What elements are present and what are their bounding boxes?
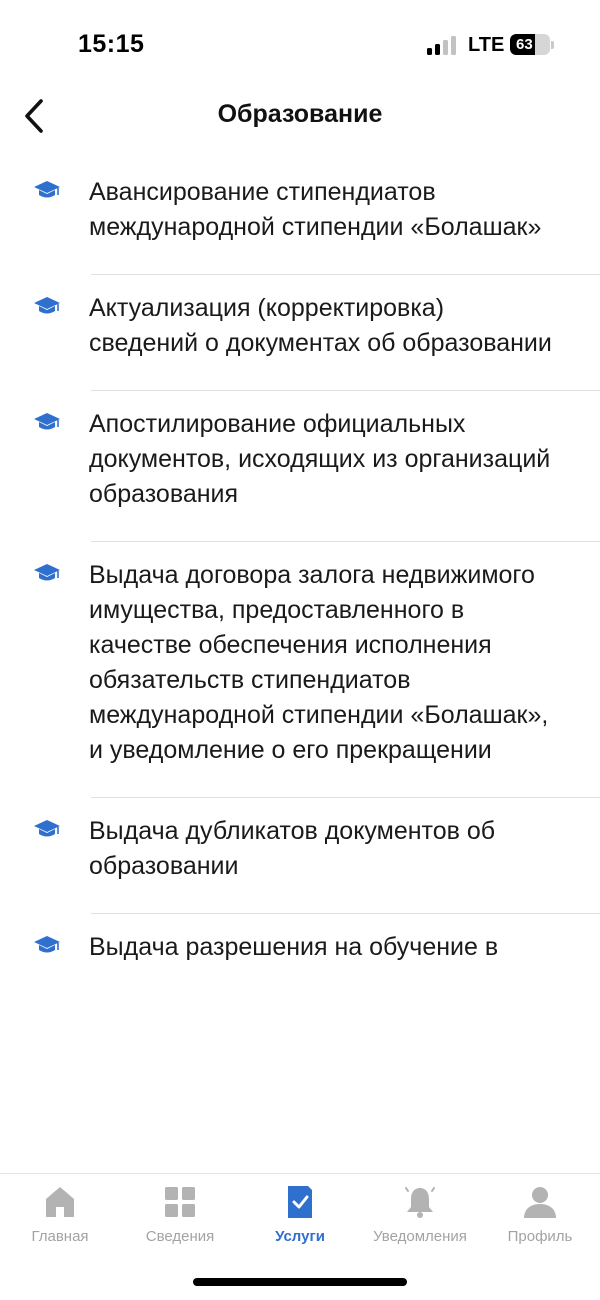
services-check-icon (288, 1186, 312, 1218)
service-label: Выдача дубликатов документов об образова… (89, 817, 496, 880)
service-label: Авансирование стипендиатов международной… (89, 178, 542, 241)
tab-info[interactable]: Сведения (120, 1182, 240, 1256)
chevron-left-icon (25, 99, 43, 133)
graduation-cap-icon (34, 564, 60, 581)
home-icon (46, 1187, 74, 1217)
tab-services[interactable]: Услуги (240, 1182, 360, 1256)
graduation-cap-icon (34, 297, 60, 314)
tab-home[interactable]: Главная (0, 1182, 120, 1256)
graduation-cap-icon (34, 413, 60, 430)
battery-percent: 63 (516, 36, 533, 53)
battery-icon: 63 (510, 34, 550, 55)
tab-label: Сведения (145, 1228, 215, 1245)
service-label: Выдача договора залога недвижимого имуще… (89, 561, 549, 764)
back-button[interactable] (14, 92, 54, 140)
screen: 15:15 LTE 63 Образование Авансирование с… (0, 0, 600, 1300)
list-item[interactable]: Выдача договора залога недвижимого имуще… (0, 541, 600, 797)
graduation-cap-icon (34, 820, 60, 837)
bell-icon (405, 1187, 435, 1218)
tab-notifications[interactable]: Уведомления (360, 1182, 480, 1256)
service-label: Актуализация (корректировка) сведений о … (89, 294, 552, 357)
tab-label: Уведомления (373, 1228, 467, 1245)
services-list: Авансирование стипендиатов международной… (0, 158, 600, 1173)
navigation-bar: Образование (0, 88, 600, 144)
list-item[interactable]: Выдача разрешения на обучение в (0, 913, 600, 994)
battery-tip (551, 41, 554, 49)
tab-label: Профиль (507, 1228, 573, 1245)
service-label: Апостилирование официальных документов, … (89, 410, 551, 508)
list-item[interactable]: Выдача дубликатов документов об образова… (0, 797, 600, 913)
status-time: 15:15 (78, 30, 145, 58)
service-label: Выдача разрешения на обучение в (89, 933, 499, 961)
grid-icon (165, 1187, 195, 1217)
network-type: LTE (468, 34, 505, 56)
profile-icon (524, 1187, 556, 1218)
tab-label: Главная (31, 1228, 89, 1245)
list-item[interactable]: Апостилирование официальных документов, … (0, 390, 600, 541)
page-title: Образование (217, 100, 383, 128)
graduation-cap-icon (34, 936, 60, 953)
status-bar: 15:15 LTE 63 (0, 0, 600, 80)
home-indicator[interactable] (193, 1278, 407, 1286)
signal-strength-icon (427, 35, 459, 55)
list-item[interactable]: Авансирование стипендиатов международной… (0, 158, 600, 274)
tab-label: Услуги (275, 1228, 325, 1245)
graduation-cap-icon (34, 181, 60, 198)
list-item[interactable]: Актуализация (корректировка) сведений о … (0, 274, 600, 390)
tab-profile[interactable]: Профиль (480, 1182, 600, 1256)
